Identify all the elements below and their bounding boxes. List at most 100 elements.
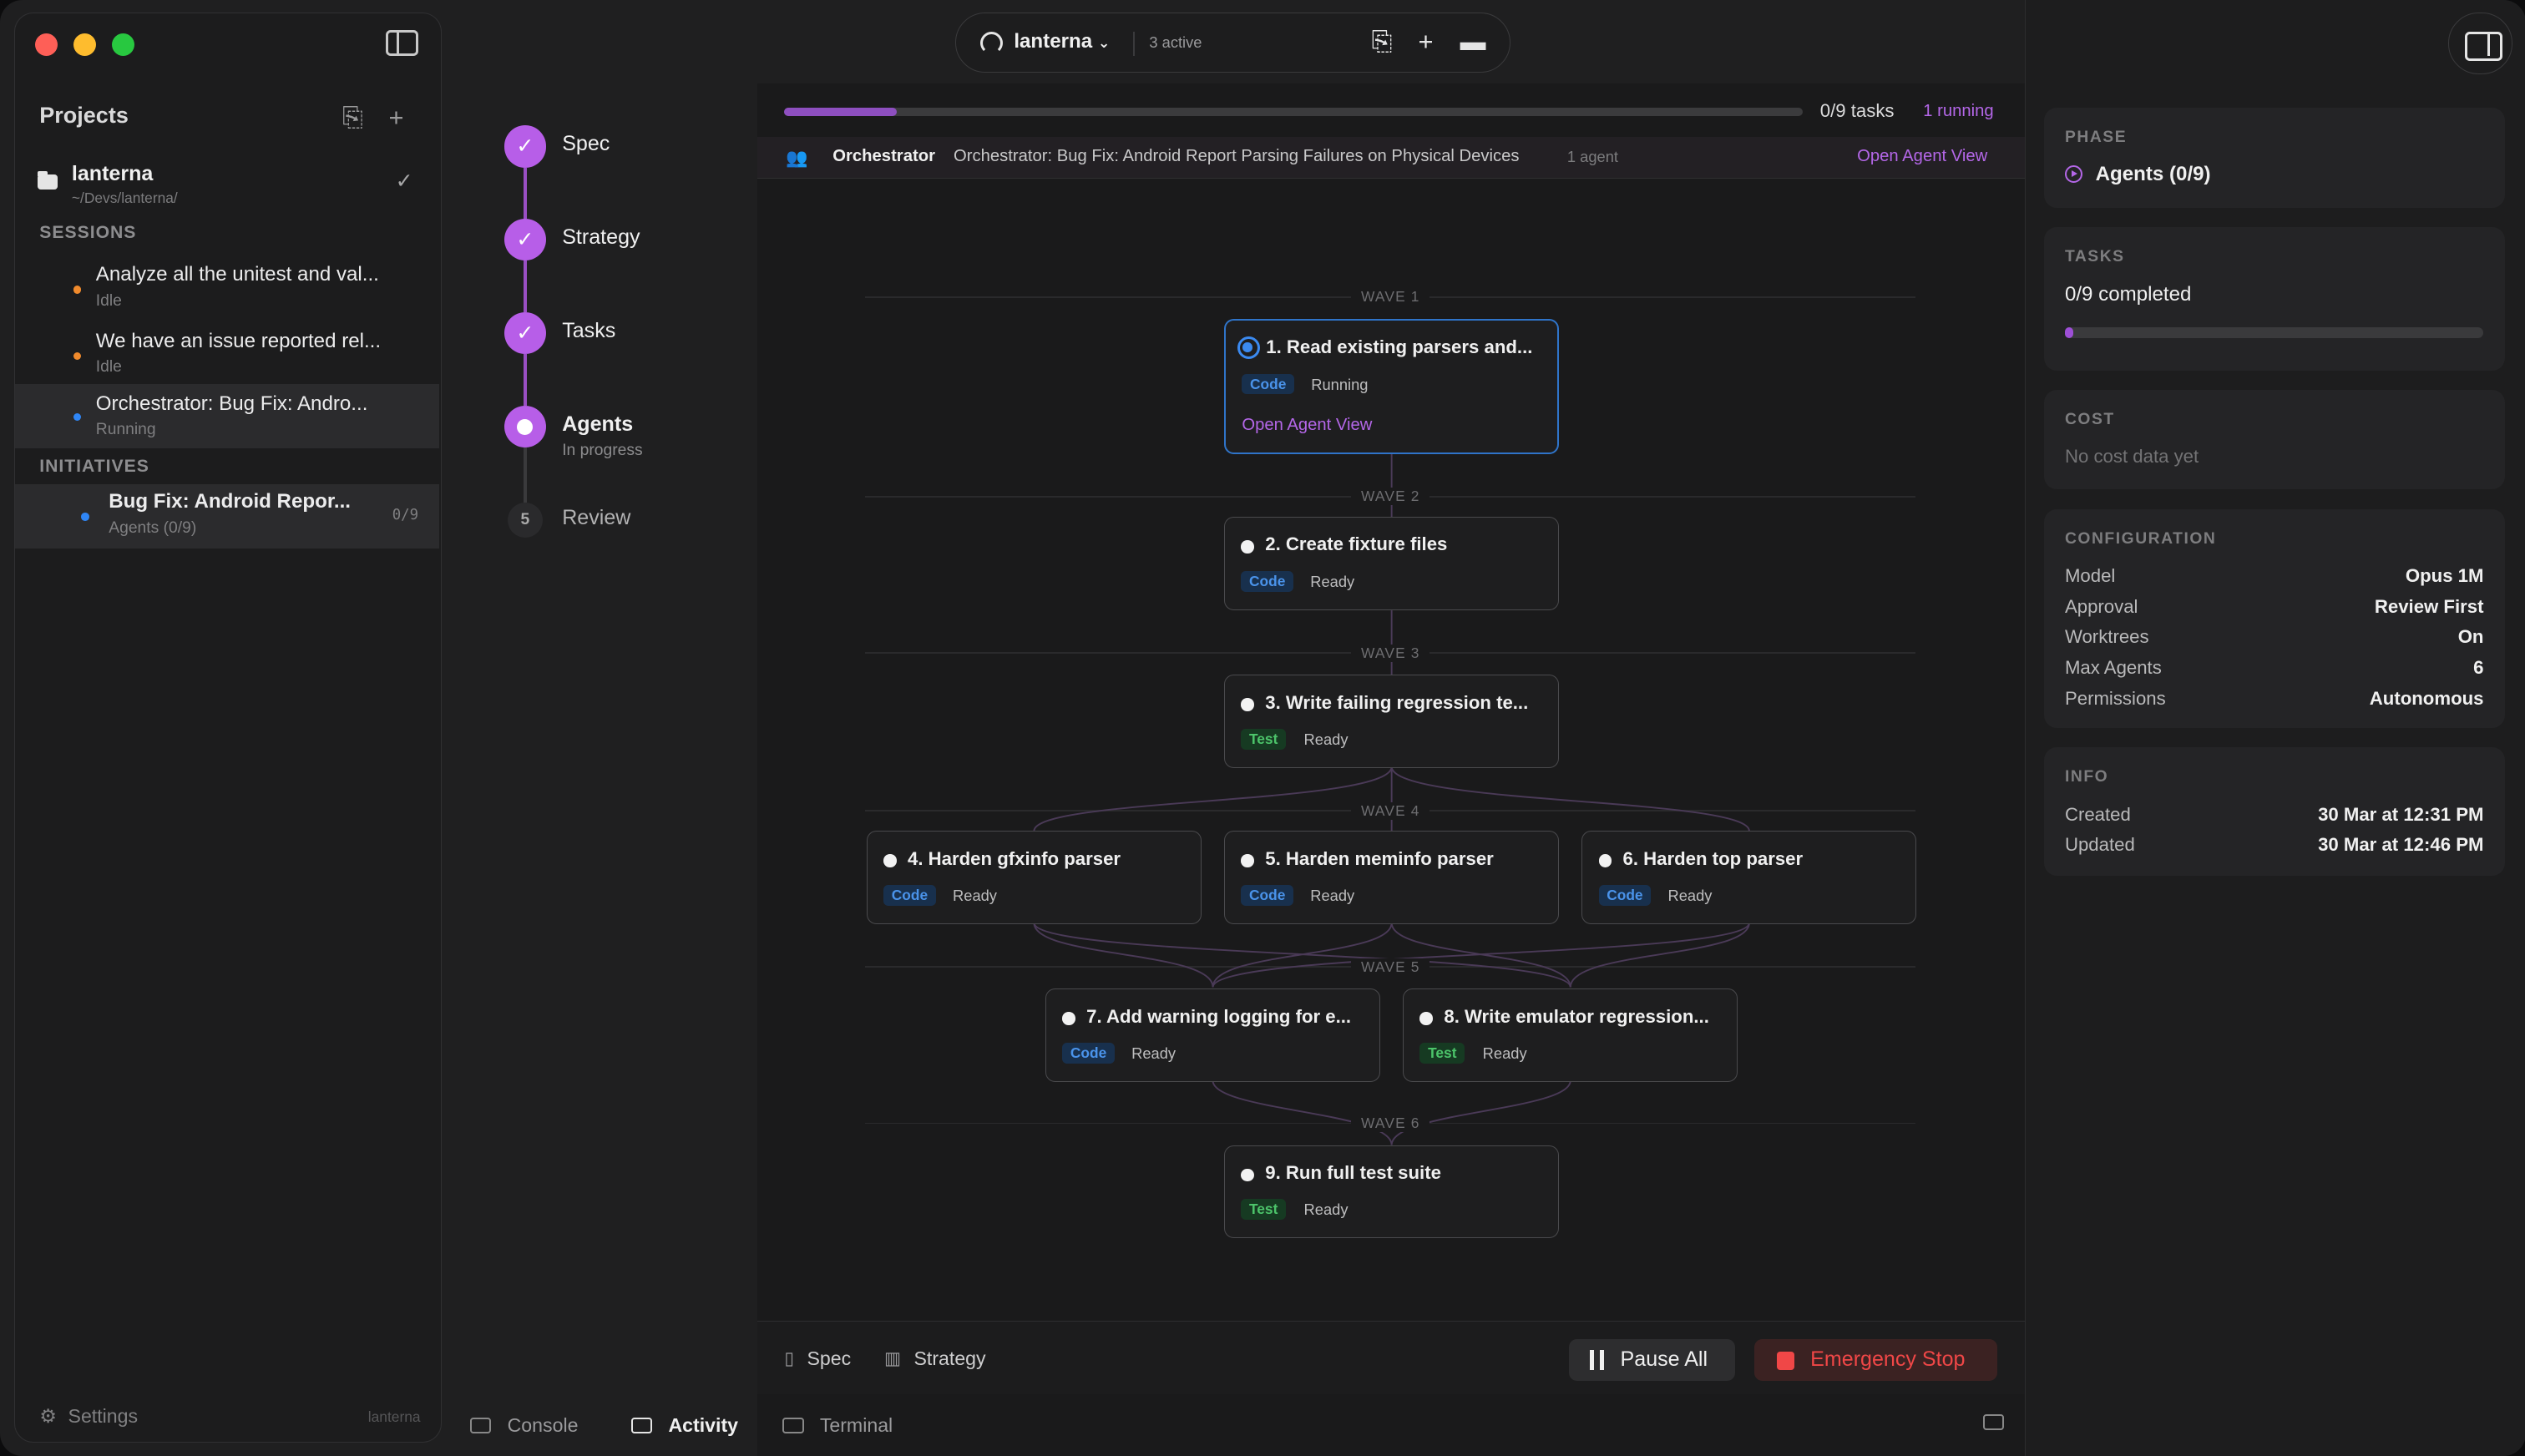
spec-button[interactable]: ▯ Spec xyxy=(784,1347,851,1370)
cost-value: No cost data yet xyxy=(2064,446,2199,468)
wave-label: WAVE 5 xyxy=(1351,958,1430,976)
config-row: Max Agents 6 xyxy=(2064,657,2484,679)
task-tag: Code xyxy=(1062,1043,1115,1064)
configuration-card: CONFIGURATION Model Opus 1M Approval Revie… xyxy=(2043,508,2505,728)
task-title: 3. Write failing regression te... xyxy=(1265,691,1529,713)
task-title: 1. Read existing parsers and... xyxy=(1266,336,1533,358)
right-panel-toggle-icon[interactable] xyxy=(2448,13,2513,74)
status-dot xyxy=(1241,698,1254,711)
pause-all-label: Pause All xyxy=(1620,1347,1708,1371)
toggle-panel-button[interactable] xyxy=(1982,1413,2004,1430)
cost-heading: COST xyxy=(2064,410,2115,428)
task-title: 6. Harden top parser xyxy=(1622,847,1804,869)
play-circle-icon xyxy=(2064,165,2083,184)
console-icon xyxy=(470,1417,492,1433)
task-status: Ready xyxy=(1310,572,1355,590)
task-title: 8. Write emulator regression... xyxy=(1444,1005,1709,1027)
spec-label: Spec xyxy=(807,1347,852,1369)
task-tag: Test xyxy=(1241,728,1286,750)
terminal-icon xyxy=(782,1417,804,1433)
tasks-heading: TASKS xyxy=(2064,248,2125,266)
status-dot xyxy=(1241,1168,1254,1181)
phase-value: Agents (0/9) xyxy=(2095,162,2211,185)
config-row: Model Opus 1M xyxy=(2064,565,2484,587)
task-title: 2. Create fixture files xyxy=(1265,533,1448,555)
configuration-heading: CONFIGURATION xyxy=(2064,529,2217,548)
info-heading: INFO xyxy=(2064,768,2109,786)
task-card[interactable]: 9. Run full test suite Test Ready xyxy=(1224,1145,1560,1239)
task-status: Ready xyxy=(1303,1201,1349,1219)
open-agent-view-link[interactable]: Open Agent View xyxy=(1242,416,1372,435)
progress-fill xyxy=(2064,326,2073,339)
config-row: Worktrees On xyxy=(2064,626,2484,648)
task-tag: Code xyxy=(883,885,936,906)
task-status: Ready xyxy=(1310,886,1355,904)
task-tag: Code xyxy=(1242,373,1294,395)
details-panel xyxy=(2024,0,2525,1456)
tab-activity[interactable]: Activity xyxy=(631,1414,738,1437)
task-card[interactable]: 6. Harden top parser Code Ready xyxy=(1581,831,1917,925)
info-card: INFO Created 30 Mar at 12:31 PM Updated 30… xyxy=(2043,747,2505,877)
task-card[interactable]: 8. Write emulator regression... Test Rea… xyxy=(1403,988,1738,1083)
status-dot xyxy=(883,854,897,867)
task-tag: Code xyxy=(1241,885,1293,906)
config-row: Approval Review First xyxy=(2064,595,2484,617)
map-icon: ▥ xyxy=(884,1348,902,1368)
config-row: Permissions Autonomous xyxy=(2064,687,2484,709)
wave-label: WAVE 4 xyxy=(1351,801,1430,820)
task-tag: Code xyxy=(1598,885,1652,906)
task-status: Ready xyxy=(1482,1044,1527,1062)
wave-label: WAVE 2 xyxy=(1351,488,1430,506)
tasks-card: TASKS 0/9 completed xyxy=(2043,226,2505,371)
stop-icon xyxy=(1776,1352,1794,1370)
task-status: Ready xyxy=(1667,886,1713,904)
wave-label: WAVE 3 xyxy=(1351,644,1430,662)
info-row: Created 30 Mar at 12:31 PM xyxy=(2064,803,2484,825)
status-dot xyxy=(1419,1012,1433,1025)
pause-icon xyxy=(1589,1350,1605,1370)
running-indicator-icon xyxy=(1237,336,1260,360)
tab-label: Console xyxy=(507,1413,579,1436)
task-status: Running xyxy=(1311,375,1369,393)
pause-all-button[interactable]: Pause All xyxy=(1568,1338,1735,1382)
status-dot xyxy=(1241,540,1254,554)
document-icon: ▯ xyxy=(784,1348,795,1368)
status-dot xyxy=(1241,854,1254,867)
task-card[interactable]: 1. Read existing parsers and... Code Run… xyxy=(1224,318,1560,454)
app-window: Projects ⎘ + lanterna ~/Devs/lanterna/ ✓… xyxy=(0,0,2525,1456)
phase-card: PHASE Agents (0/9) xyxy=(2043,108,2505,208)
tab-label: Activity xyxy=(668,1413,739,1436)
task-title: 7. Add warning logging for e... xyxy=(1086,1005,1352,1027)
task-card[interactable]: 2. Create fixture files Code Ready xyxy=(1224,517,1560,611)
task-tag: Code xyxy=(1241,570,1293,592)
task-status: Ready xyxy=(953,886,997,904)
control-bar: ▯ Spec ▥ Strategy Pause All Emergency St… xyxy=(756,1320,2025,1395)
tab-terminal[interactable]: Terminal xyxy=(782,1414,893,1437)
tasks-progress-bar xyxy=(2064,326,2484,339)
emergency-stop-label: Emergency Stop xyxy=(1810,1347,1966,1371)
tab-label: Terminal xyxy=(819,1413,893,1436)
task-card[interactable]: 7. Add warning logging for e... Code Rea… xyxy=(1045,988,1381,1083)
task-status: Ready xyxy=(1131,1044,1176,1062)
task-card[interactable]: 3. Write failing regression te... Test R… xyxy=(1224,675,1560,769)
wave-label: WAVE 1 xyxy=(1351,288,1430,306)
phase-heading: PHASE xyxy=(2064,129,2128,147)
task-card[interactable]: 4. Harden gfxinfo parser Code Ready xyxy=(866,831,1202,925)
task-tag: Test xyxy=(1419,1043,1465,1064)
cost-card: COST No cost data yet xyxy=(2043,389,2505,490)
panel-bottom-icon xyxy=(1982,1413,2004,1430)
wave-label: WAVE 6 xyxy=(1351,1114,1430,1132)
task-title: 9. Run full test suite xyxy=(1265,1161,1441,1183)
task-card[interactable]: 5. Harden meminfo parser Code Ready xyxy=(1224,831,1560,925)
task-title: 5. Harden meminfo parser xyxy=(1265,847,1494,869)
bottom-tabs: Console Activity Terminal xyxy=(448,1395,2024,1456)
tasks-value: 0/9 completed xyxy=(2064,283,2192,306)
strategy-label: Strategy xyxy=(913,1347,986,1369)
task-title: 4. Harden gfxinfo parser xyxy=(908,847,1121,869)
tab-console[interactable]: Console xyxy=(470,1414,578,1437)
status-dot xyxy=(1598,854,1612,867)
task-tag: Test xyxy=(1241,1199,1286,1221)
emergency-stop-button[interactable]: Emergency Stop xyxy=(1753,1338,1997,1382)
activity-icon xyxy=(631,1417,653,1433)
strategy-button[interactable]: ▥ Strategy xyxy=(884,1347,986,1370)
